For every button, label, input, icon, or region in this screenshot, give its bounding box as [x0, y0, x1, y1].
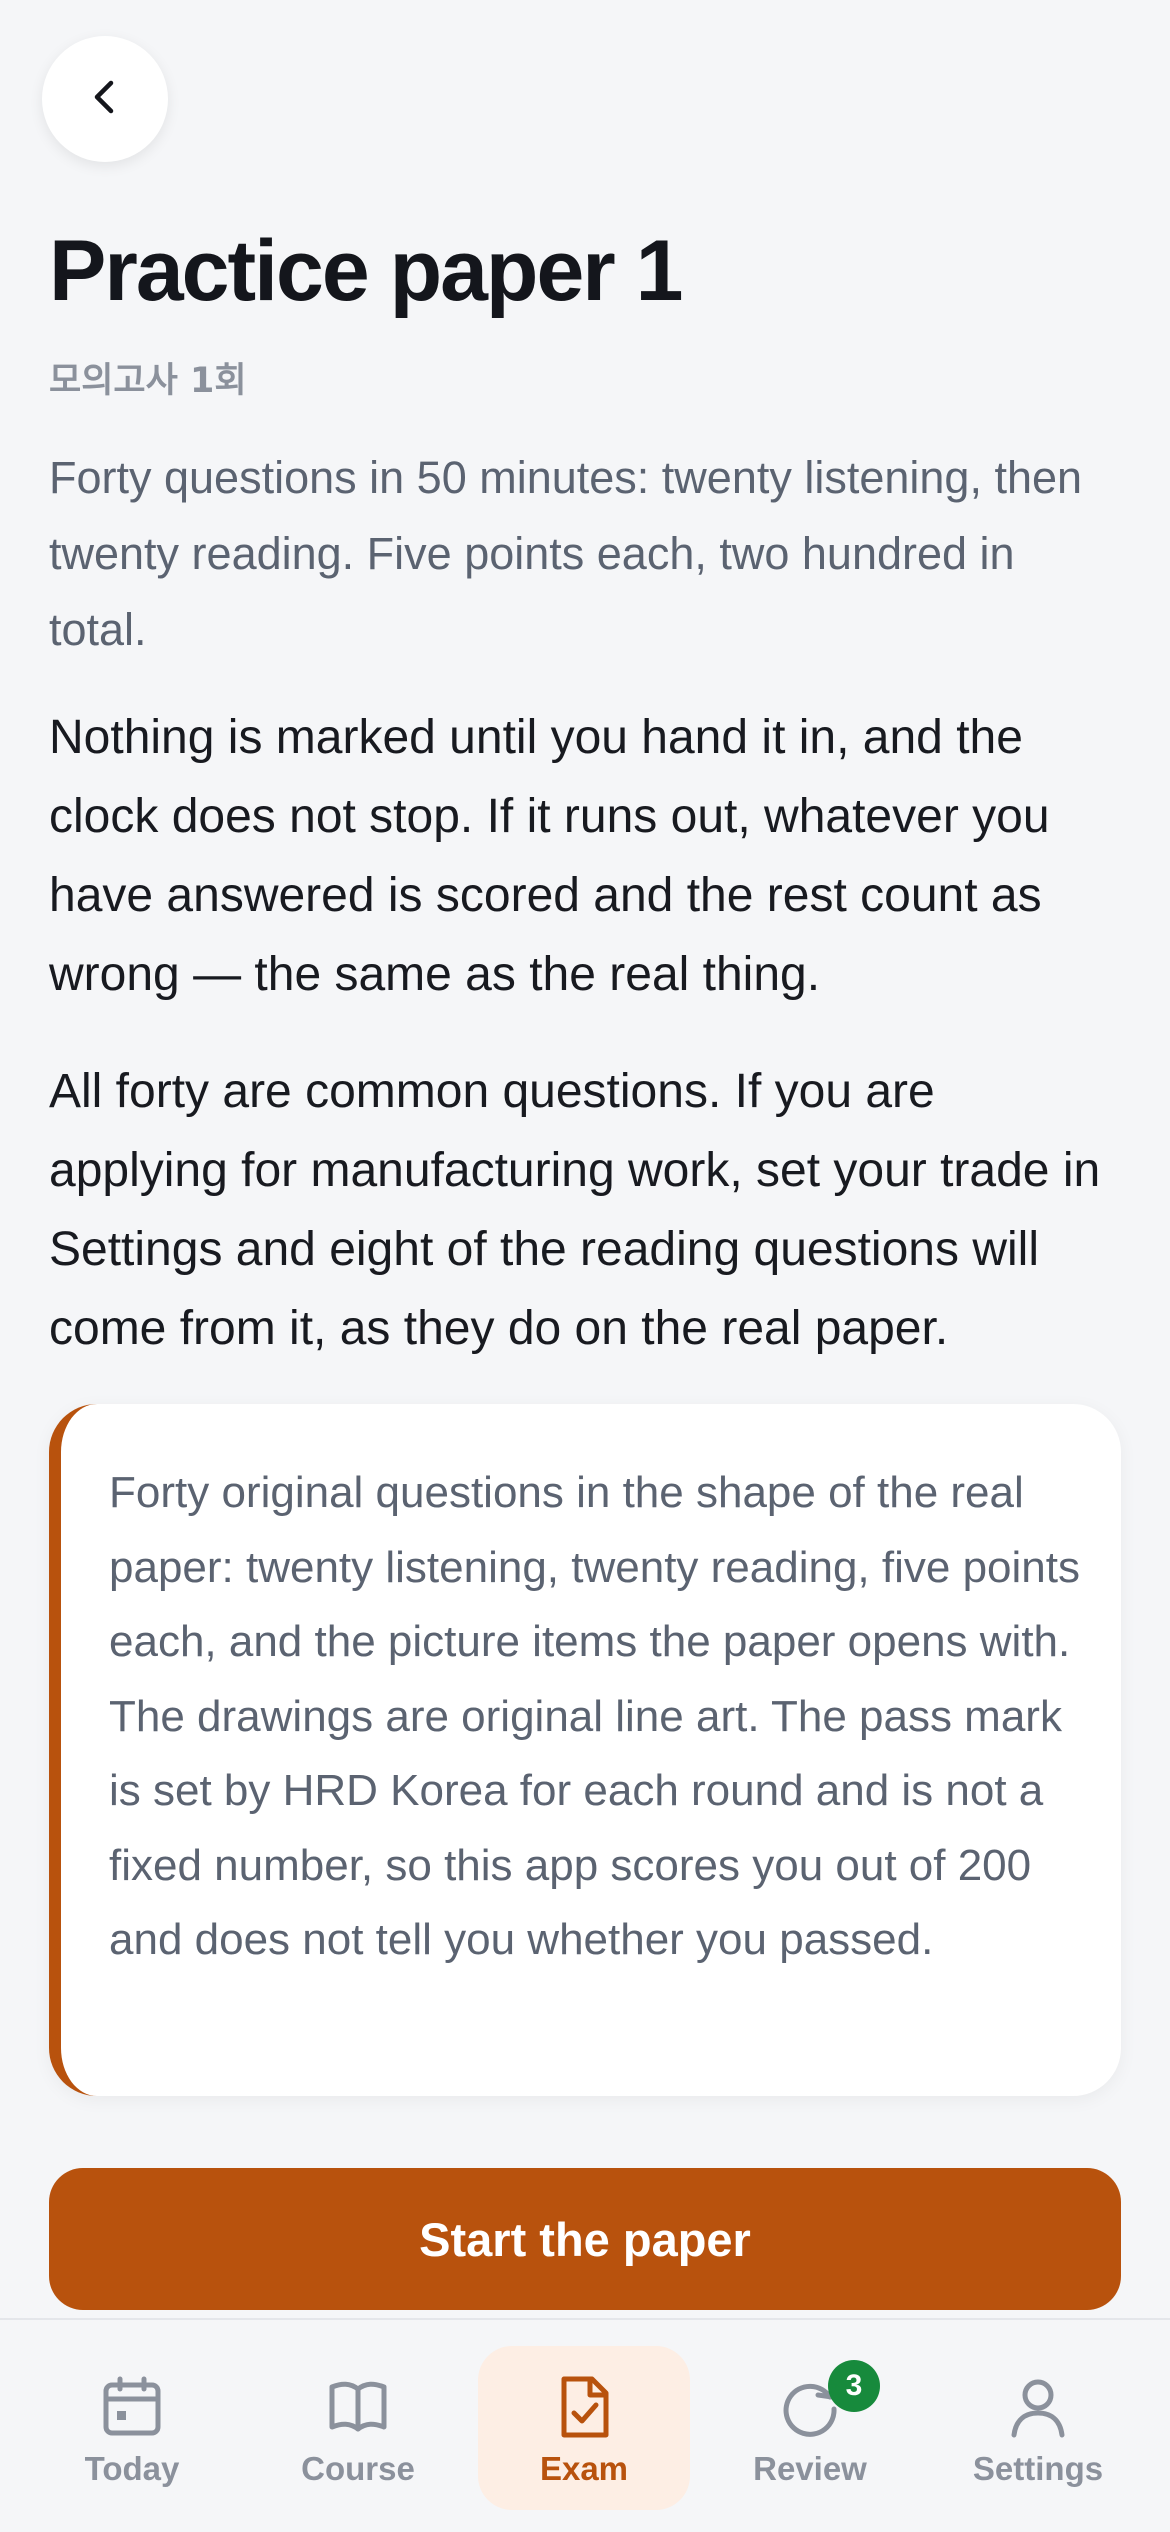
bottom-tab-bar: Today Course Exam 3 Review Settings	[0, 2318, 1170, 2532]
page-subtitle: 모의고사 1회	[49, 361, 247, 401]
rules-paragraph: Nothing is marked until you hand it in, …	[49, 711, 1050, 1001]
book-icon	[326, 2372, 390, 2442]
trade-paragraph: All forty are common questions. If you a…	[49, 1065, 1101, 1355]
document-check-icon	[552, 2372, 616, 2442]
tab-review-label: Review	[753, 2450, 867, 2487]
person-icon	[1006, 2372, 1070, 2442]
calendar-icon	[100, 2372, 164, 2442]
tab-exam-label: Exam	[539, 2450, 629, 2487]
tab-review[interactable]: 3 Review	[704, 2346, 916, 2510]
back-button[interactable]	[42, 36, 168, 162]
review-count-badge: 3	[828, 2360, 880, 2412]
info-note-card: Forty original questions in the shape of…	[49, 1404, 1121, 2096]
refresh-icon: 3	[778, 2360, 880, 2442]
tab-exam[interactable]: Exam	[478, 2346, 690, 2510]
chevron-left-icon	[85, 77, 125, 122]
start-paper-button[interactable]: Start the paper	[49, 2168, 1121, 2310]
page-title: Practice paper 1	[49, 223, 683, 319]
tab-today-label: Today	[84, 2450, 180, 2487]
tab-course[interactable]: Course	[252, 2346, 464, 2510]
info-note-text: Forty original questions in the shape of…	[109, 1468, 1080, 1964]
intro-text: Forty questions in 50 minutes: twenty li…	[49, 452, 1083, 655]
tab-today[interactable]: Today	[26, 2346, 238, 2510]
tab-settings[interactable]: Settings	[932, 2346, 1144, 2510]
tab-course-label: Course	[301, 2450, 415, 2487]
tab-settings-label: Settings	[972, 2450, 1104, 2487]
